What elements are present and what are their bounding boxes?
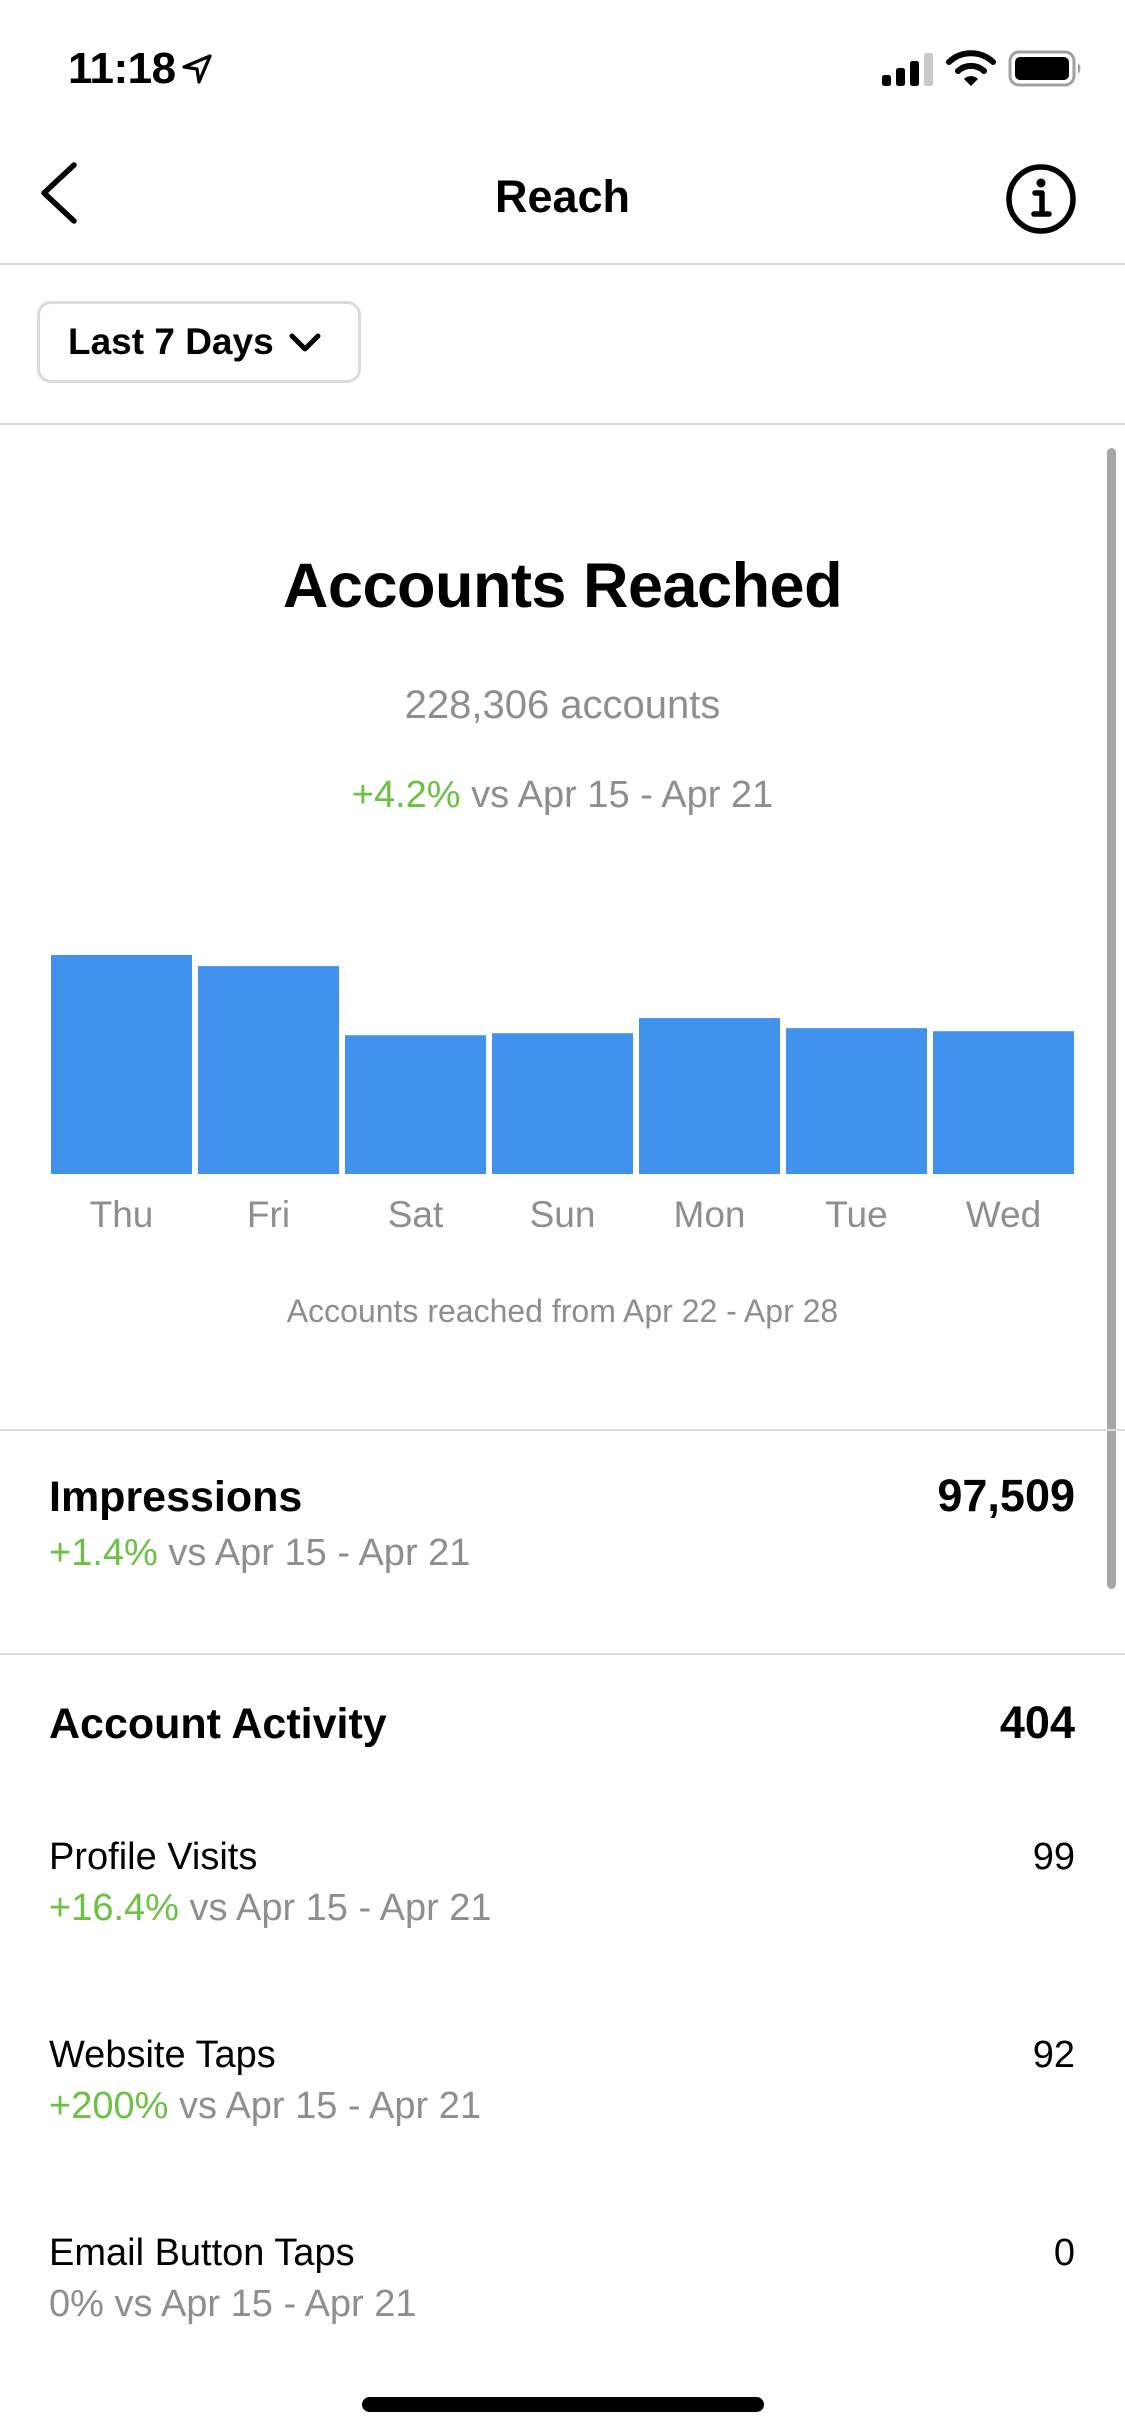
account-activity-value: 404 [999, 1697, 1075, 1748]
website-taps-row[interactable]: Website Taps 92 [49, 2032, 1075, 2078]
section-divider [0, 1429, 1125, 1431]
compare-range: vs Apr 15 - Apr 21 [178, 1887, 492, 1929]
date-range-label: Last 7 Days [68, 321, 274, 362]
impressions-row[interactable]: Impressions 97,509 [49, 1470, 1075, 1523]
status-time: 11:18 [68, 44, 176, 93]
metric-value: 92 [1032, 2034, 1075, 2076]
filter-divider [0, 423, 1125, 425]
change-percent: +200% [49, 2085, 169, 2127]
info-button[interactable] [1000, 158, 1082, 240]
metric-label: Email Button Taps [49, 2232, 355, 2274]
impressions-label: Impressions [49, 1473, 303, 1521]
metric-value: 99 [1032, 1836, 1075, 1878]
email-button-taps-change: 0% vs Apr 15 - Apr 21 [49, 2281, 417, 2327]
chart-caption: Accounts reached from Apr 22 - Apr 28 [286, 1293, 839, 1329]
date-range-dropdown[interactable]: Last 7 Days [37, 301, 361, 383]
battery-icon [1008, 50, 1081, 87]
info-circle-icon [1006, 164, 1076, 234]
x-tick-label-wed: Wed [965, 1194, 1042, 1235]
x-tick-label-mon: Mon [673, 1194, 746, 1235]
change-percent: 0% [49, 2283, 104, 2325]
change-percent: +16.4% [49, 1887, 179, 1929]
bar-fri[interactable] [198, 966, 339, 1174]
compare-range: vs Apr 15 - Apr 21 [168, 2085, 481, 2127]
chevron-down-icon [289, 333, 321, 352]
location-arrow-icon [182, 54, 212, 84]
metric-value: 0 [1053, 2232, 1075, 2274]
profile-visits-change: +16.4% vs Apr 15 - Apr 21 [49, 1885, 492, 1931]
email-button-taps-row[interactable]: Email Button Taps 0 [49, 2230, 1075, 2276]
bar-sat[interactable] [345, 1035, 486, 1174]
accounts-reached-change: +4.2% vs Apr 15 - Apr 21 [0, 770, 1125, 820]
home-indicator[interactable] [362, 2397, 764, 2412]
bar-mon[interactable] [639, 1018, 780, 1174]
account-activity-label: Account Activity [49, 1700, 387, 1748]
bar-wed[interactable] [933, 1031, 1074, 1174]
x-tick-label-thu: Thu [89, 1194, 154, 1235]
x-tick-label-sat: Sat [387, 1194, 444, 1235]
x-tick-label-tue: Tue [825, 1194, 888, 1235]
page-title: Reach [494, 171, 631, 222]
wifi-icon [946, 50, 996, 86]
accounts-reached-title: Accounts Reached [282, 551, 843, 621]
change-percent: +4.2% [351, 774, 461, 816]
compare-range: vs Apr 15 - Apr 21 [460, 774, 774, 816]
bar-sun[interactable] [492, 1033, 633, 1174]
impressions-change: +1.4% vs Apr 15 - Apr 21 [49, 1530, 470, 1576]
bar-tue[interactable] [786, 1028, 927, 1174]
metric-label: Website Taps [49, 2034, 276, 2076]
website-taps-change: +200% vs Apr 15 - Apr 21 [49, 2083, 481, 2129]
accounts-reached-total: 228,306 accounts [404, 683, 721, 727]
account-activity-row: Account Activity 404 [49, 1697, 1075, 1750]
metric-label: Profile Visits [49, 1836, 258, 1878]
section-divider [0, 1653, 1125, 1655]
profile-visits-row[interactable]: Profile Visits 99 [49, 1834, 1075, 1880]
x-tick-label-sun: Sun [529, 1194, 596, 1235]
impressions-value: 97,509 [937, 1470, 1075, 1521]
x-tick-label-fri: Fri [246, 1194, 291, 1235]
change-percent: +1.4% [49, 1532, 158, 1574]
cellular-signal-icon [882, 53, 933, 86]
bar-thu[interactable] [51, 955, 192, 1174]
compare-range: vs Apr 15 - Apr 21 [157, 1532, 471, 1574]
compare-range: vs Apr 15 - Apr 21 [103, 2283, 417, 2325]
nav-divider [0, 263, 1125, 265]
accounts-reached-bar-chart [51, 955, 1074, 1174]
